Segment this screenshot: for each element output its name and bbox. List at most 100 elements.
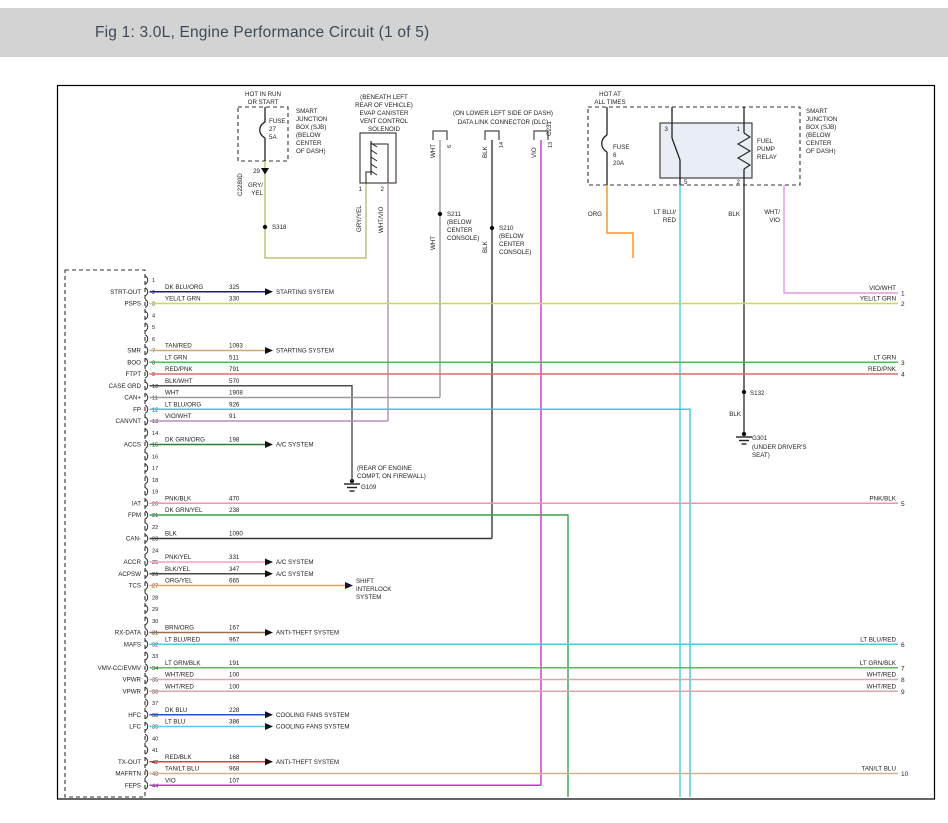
edge-continuations: VIO/WHT1YEL/LT GRN2LT GRN3RED/PNK4PNK/BL… — [860, 285, 909, 778]
svg-text:28: 28 — [152, 595, 158, 601]
svg-text:10: 10 — [152, 384, 158, 390]
svg-text:BLK: BLK — [729, 411, 742, 418]
svg-text:SMART: SMART — [296, 108, 318, 115]
svg-text:(REAR OF ENGINE: (REAR OF ENGINE — [357, 465, 412, 472]
svg-text:LT GRN/BLK: LT GRN/BLK — [860, 660, 897, 667]
svg-text:WHT: WHT — [165, 390, 179, 397]
svg-text:S210: S210 — [499, 225, 514, 232]
svg-text:G301: G301 — [752, 435, 768, 442]
svg-text:LT BLU: LT BLU — [165, 719, 185, 726]
svg-text:RX-DATA: RX-DATA — [115, 630, 142, 637]
svg-text:16: 16 — [152, 454, 158, 460]
svg-text:967: 967 — [229, 636, 240, 643]
svg-text:ANTI-THEFT SYSTEM: ANTI-THEFT SYSTEM — [276, 759, 339, 766]
svg-text:100: 100 — [229, 683, 240, 690]
svg-text:TX-OUT: TX-OUT — [118, 759, 141, 766]
svg-text:36: 36 — [152, 689, 158, 695]
svg-text:91: 91 — [229, 413, 236, 420]
svg-text:CASE GRD: CASE GRD — [109, 383, 142, 390]
svg-text:15: 15 — [152, 443, 158, 449]
svg-text:CANVNT: CANVNT — [116, 418, 142, 425]
svg-text:ORG: ORG — [588, 211, 602, 218]
svg-text:C231: C231 — [546, 121, 553, 136]
svg-text:VPWR: VPWR — [122, 688, 141, 695]
svg-text:WHT: WHT — [430, 144, 437, 158]
svg-text:9: 9 — [152, 372, 155, 378]
svg-text:6: 6 — [901, 642, 905, 649]
svg-text:2: 2 — [901, 301, 905, 308]
svg-text:JUNCTION: JUNCTION — [296, 116, 327, 123]
svg-text:7: 7 — [152, 349, 155, 355]
svg-text:FUSE: FUSE — [269, 118, 286, 125]
svg-text:511: 511 — [229, 354, 239, 361]
svg-text:(BELOW: (BELOW — [806, 132, 831, 139]
svg-text:25: 25 — [152, 560, 158, 566]
svg-text:331: 331 — [229, 554, 240, 561]
svg-text:SYSTEM: SYSTEM — [356, 594, 381, 601]
svg-text:TAN/LT BLU: TAN/LT BLU — [861, 766, 896, 773]
svg-text:20A: 20A — [613, 160, 625, 167]
svg-text:6: 6 — [152, 337, 155, 343]
svg-text:926: 926 — [229, 401, 240, 408]
svg-text:LFC: LFC — [129, 724, 141, 731]
svg-text:CENTER: CENTER — [447, 227, 473, 234]
svg-text:TAN/LT BLU: TAN/LT BLU — [165, 766, 199, 773]
svg-text:ALL TIMES: ALL TIMES — [594, 99, 625, 106]
svg-text:DATA LINK CONNECTOR (DLC): DATA LINK CONNECTOR (DLC) — [458, 119, 548, 126]
svg-text:LT GRN: LT GRN — [165, 354, 187, 361]
svg-text:107: 107 — [229, 777, 240, 784]
svg-text:1: 1 — [359, 186, 363, 193]
svg-text:29: 29 — [152, 607, 158, 613]
svg-text:34: 34 — [152, 666, 158, 672]
svg-text:VIO: VIO — [531, 147, 538, 158]
svg-text:BLK: BLK — [482, 145, 489, 158]
svg-text:JUNCTION: JUNCTION — [806, 116, 837, 123]
svg-text:REAR OF VEHICLE): REAR OF VEHICLE) — [355, 102, 413, 109]
svg-text:HOT AT: HOT AT — [599, 91, 621, 98]
svg-text:8: 8 — [152, 360, 155, 366]
svg-text:A/C SYSTEM: A/C SYSTEM — [276, 442, 313, 449]
svg-text:COOLING FANS SYSTEM: COOLING FANS SYSTEM — [276, 712, 350, 719]
svg-text:WHT/RED: WHT/RED — [867, 672, 897, 679]
svg-text:LT GRN: LT GRN — [873, 354, 896, 361]
svg-text:C2280D: C2280D — [237, 173, 244, 196]
svg-text:S318: S318 — [272, 224, 287, 231]
svg-text:ORG/YEL: ORG/YEL — [165, 578, 193, 585]
svg-text:(BELOW: (BELOW — [296, 132, 321, 139]
svg-text:26: 26 — [152, 572, 158, 578]
svg-text:COMPT, ON FIREWALL): COMPT, ON FIREWALL) — [357, 473, 426, 480]
svg-text:228: 228 — [229, 707, 240, 714]
svg-text:4: 4 — [901, 372, 905, 379]
svg-text:35: 35 — [152, 678, 158, 684]
svg-text:330: 330 — [229, 296, 240, 303]
svg-text:SHIFT: SHIFT — [356, 578, 374, 585]
svg-text:24: 24 — [152, 548, 158, 554]
svg-text:CENTER: CENTER — [499, 241, 525, 248]
svg-text:19: 19 — [152, 490, 158, 496]
svg-text:SEAT): SEAT) — [752, 452, 770, 459]
svg-text:PNK/YEL: PNK/YEL — [165, 554, 192, 561]
svg-text:CAN-: CAN- — [126, 536, 141, 543]
svg-text:PNK/BLK: PNK/BLK — [869, 495, 896, 502]
svg-text:23: 23 — [152, 537, 158, 543]
svg-text:VMV-CC/EVMV: VMV-CC/EVMV — [98, 665, 142, 672]
svg-text:YEL: YEL — [251, 190, 263, 197]
svg-text:(ON LOWER LEFT SIDE OF DASH): (ON LOWER LEFT SIDE OF DASH) — [453, 110, 553, 117]
svg-text:OF DASH): OF DASH) — [806, 148, 836, 155]
svg-text:4: 4 — [152, 313, 155, 319]
svg-text:LT BLU/ORG: LT BLU/ORG — [165, 401, 201, 408]
svg-text:VENT CONTROL: VENT CONTROL — [360, 118, 409, 125]
svg-text:167: 167 — [229, 625, 240, 632]
pcm-connector: 1234567891011121314151617181920212223242… — [65, 270, 898, 797]
svg-text:TAN/RED: TAN/RED — [165, 343, 192, 350]
svg-text:YEL/LT GRN: YEL/LT GRN — [165, 296, 201, 303]
fuel-pump-relay-ground-g301: S132BLKG301(UNDER DRIVER'SSEAT) — [729, 185, 806, 459]
svg-text:(BENEATH LEFT: (BENEATH LEFT — [360, 94, 408, 101]
svg-text:13: 13 — [548, 142, 554, 148]
svg-text:DK BLU/ORG: DK BLU/ORG — [165, 284, 203, 291]
svg-text:968: 968 — [229, 766, 240, 773]
svg-text:2: 2 — [737, 179, 741, 186]
svg-text:13: 13 — [152, 419, 158, 425]
svg-text:6: 6 — [613, 152, 617, 159]
svg-text:21: 21 — [152, 513, 158, 519]
